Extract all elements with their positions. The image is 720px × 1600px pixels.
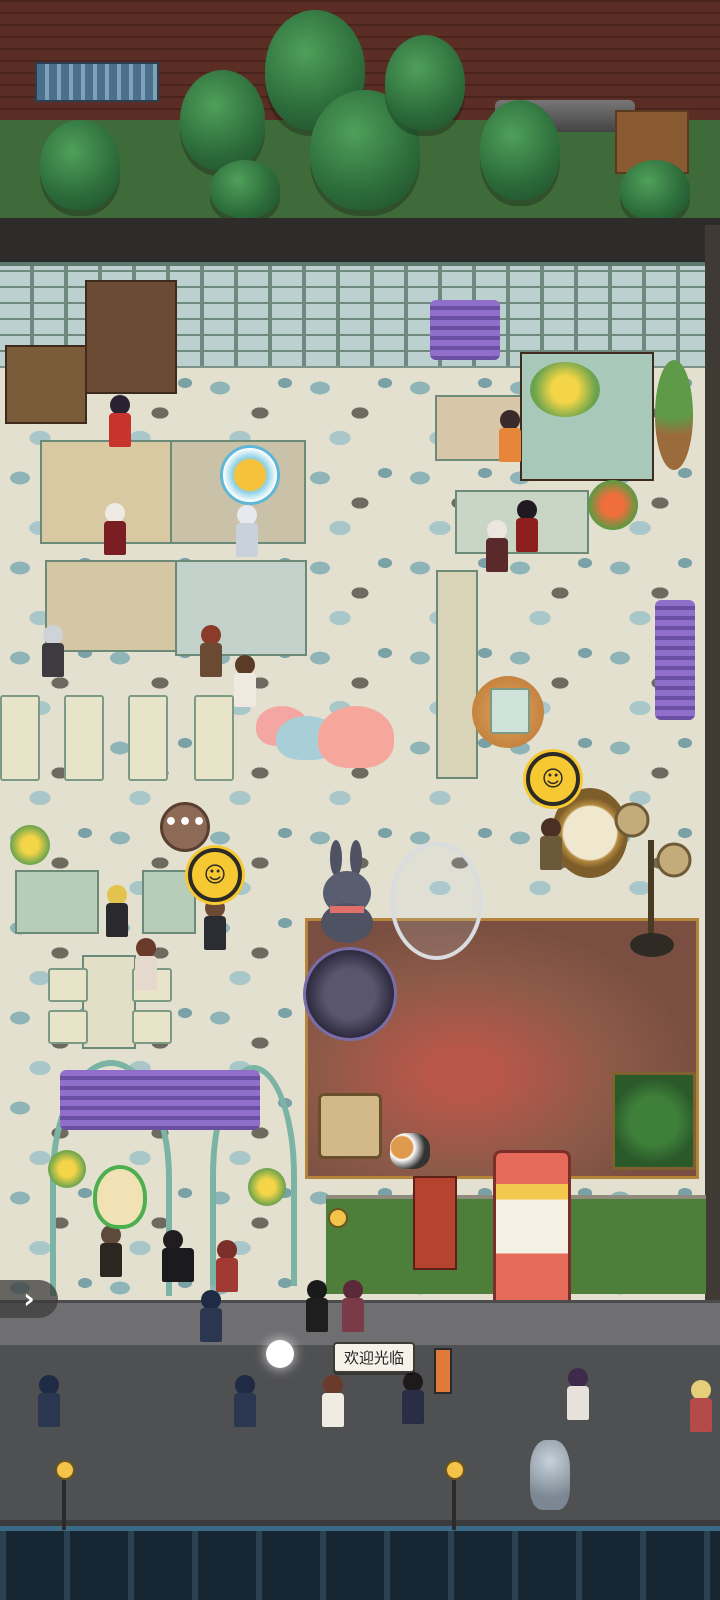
police-officer-character[interactable] bbox=[36, 1375, 62, 1427]
expand-panel-button[interactable]: › bbox=[0, 1280, 58, 1318]
fern-planter bbox=[612, 1072, 696, 1170]
back-garden bbox=[0, 0, 720, 225]
yellow-flowers bbox=[530, 362, 600, 417]
dark-coat-character[interactable] bbox=[202, 898, 228, 950]
gramophone[interactable] bbox=[612, 800, 692, 960]
blonde-character[interactable] bbox=[104, 885, 130, 937]
street-fence bbox=[0, 1526, 720, 1600]
street-lamp bbox=[445, 1460, 465, 1480]
smiley-face-icon[interactable]: ☺ bbox=[526, 752, 580, 806]
striped-awning bbox=[35, 62, 159, 102]
knight-character[interactable] bbox=[40, 625, 66, 677]
mint-chair[interactable] bbox=[490, 688, 530, 734]
long-dining-table[interactable] bbox=[82, 955, 136, 1049]
waiter-character[interactable] bbox=[320, 1375, 346, 1427]
lower-left-table[interactable] bbox=[15, 870, 99, 934]
yellow-flower-bush bbox=[248, 1168, 286, 1206]
raccoon-character[interactable] bbox=[98, 1225, 124, 1277]
shopkeeper-character[interactable] bbox=[107, 395, 133, 447]
police-officer-character[interactable] bbox=[232, 1375, 258, 1427]
wall-lamp bbox=[328, 1208, 348, 1228]
blonde-passerby-character[interactable] bbox=[688, 1380, 714, 1432]
kitchen-shelf[interactable] bbox=[85, 280, 177, 394]
cafe-chair[interactable] bbox=[128, 695, 168, 781]
horned-customer-character[interactable] bbox=[102, 503, 128, 555]
clock-side-character[interactable] bbox=[538, 818, 564, 870]
pink-haired-character[interactable] bbox=[340, 1280, 366, 1332]
red-cloaked-character[interactable] bbox=[514, 500, 540, 552]
seated-diner-character[interactable] bbox=[133, 938, 159, 990]
bubble-tea-machine[interactable] bbox=[390, 842, 483, 960]
stamina-bar bbox=[434, 1348, 452, 1394]
chat-bubble-icon[interactable]: ••• bbox=[160, 802, 210, 852]
pink-bean-bag[interactable] bbox=[318, 706, 394, 768]
glowing-orb-icon[interactable] bbox=[266, 1340, 294, 1368]
street-lamp bbox=[55, 1460, 75, 1480]
game-scene[interactable]: ☺ ☺ ••• › 欢迎光临 bbox=[0, 0, 720, 1600]
welcome-sign: 欢迎光临 bbox=[333, 1342, 416, 1373]
garden-tree bbox=[480, 100, 560, 200]
gray-wolf[interactable] bbox=[530, 1440, 570, 1510]
fox-customer-character[interactable] bbox=[198, 625, 224, 677]
right-wall bbox=[705, 225, 720, 1320]
police-officer-character[interactable] bbox=[198, 1290, 224, 1342]
seated-white-haired-character[interactable] bbox=[484, 520, 510, 572]
owl-guide-icon[interactable] bbox=[93, 1165, 147, 1229]
wisteria-hanging bbox=[655, 600, 695, 720]
cafe-chair[interactable] bbox=[0, 695, 40, 781]
dining-chair[interactable] bbox=[48, 968, 88, 1002]
garden-tree bbox=[210, 160, 280, 218]
orange-flowers bbox=[588, 480, 638, 530]
red-postbox[interactable] bbox=[413, 1176, 457, 1270]
red-hooded-character[interactable] bbox=[214, 1240, 240, 1292]
long-planter-bench[interactable] bbox=[436, 570, 478, 779]
cafe-chair[interactable] bbox=[64, 695, 104, 781]
cafe-chair[interactable] bbox=[194, 695, 234, 781]
garden-tree bbox=[40, 120, 120, 210]
smiley-face-icon[interactable]: ☺ bbox=[188, 848, 242, 902]
garden-tree bbox=[620, 160, 690, 220]
dining-chair[interactable] bbox=[132, 1010, 172, 1044]
wisteria-arbor bbox=[430, 300, 500, 360]
swordsman-character[interactable] bbox=[400, 1372, 426, 1424]
purple-haired-character[interactable] bbox=[565, 1368, 591, 1420]
produce-shelf[interactable] bbox=[5, 345, 87, 424]
claw-machine[interactable] bbox=[493, 1150, 571, 1311]
yellow-flower-bush bbox=[48, 1150, 86, 1188]
brown-haired-character[interactable] bbox=[232, 655, 258, 707]
garden-tree bbox=[180, 70, 265, 170]
giant-rabbit-plush[interactable] bbox=[316, 838, 378, 943]
white-haired-character[interactable] bbox=[234, 505, 260, 557]
black-cat-character[interactable] bbox=[304, 1280, 330, 1332]
potted-plant bbox=[655, 360, 693, 470]
lemon-tree bbox=[10, 825, 50, 865]
garden-tree bbox=[385, 35, 465, 130]
coin-icon[interactable] bbox=[220, 445, 280, 505]
dining-chair[interactable] bbox=[48, 1010, 88, 1044]
florist-character[interactable] bbox=[497, 410, 523, 462]
roof-divider bbox=[0, 218, 720, 260]
wisteria-arch bbox=[60, 1070, 260, 1130]
reaper-character[interactable] bbox=[160, 1230, 196, 1282]
calico-cat[interactable] bbox=[390, 1133, 430, 1169]
magic-circle-pad[interactable] bbox=[303, 947, 397, 1041]
armchair[interactable] bbox=[318, 1093, 382, 1159]
bread-display-table[interactable] bbox=[175, 560, 307, 656]
